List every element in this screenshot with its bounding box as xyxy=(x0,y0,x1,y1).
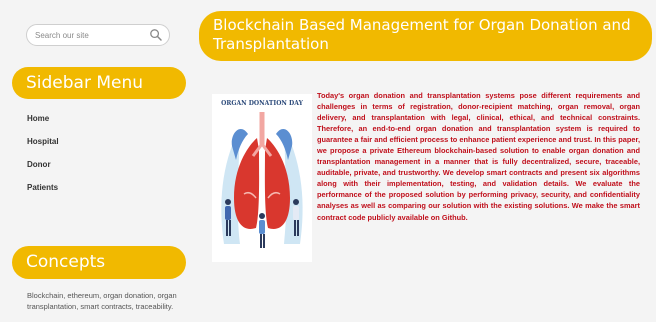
search-box[interactable] xyxy=(26,24,170,46)
sidebar: Sidebar Menu Home Hospital Donor Patient… xyxy=(0,0,195,322)
main-content: Blockchain Based Management for Organ Do… xyxy=(199,0,656,322)
sidebar-item-home[interactable]: Home xyxy=(27,114,59,137)
sidebar-item-donor[interactable]: Donor xyxy=(27,160,59,183)
search-input[interactable] xyxy=(35,28,147,42)
concepts-keywords: Blockchain, ethereum, organ donation, or… xyxy=(27,291,177,311)
sidebar-nav: Home Hospital Donor Patients xyxy=(27,114,59,206)
organ-donation-illustration: ORGAN DONATION DAY xyxy=(212,94,312,262)
lungs-illustration: ORGAN DONATION DAY xyxy=(221,100,304,248)
figure-caption: ORGAN DONATION DAY xyxy=(221,100,303,107)
page-title: Blockchain Based Management for Organ Do… xyxy=(199,11,652,61)
sidebar-item-hospital[interactable]: Hospital xyxy=(27,137,59,160)
abstract-text: Today's organ donation and transplantati… xyxy=(317,91,640,222)
search-icon[interactable] xyxy=(149,28,163,42)
sidebar-menu-header: Sidebar Menu xyxy=(12,67,186,99)
concepts-header: Concepts xyxy=(12,246,186,279)
sidebar-item-patients[interactable]: Patients xyxy=(27,183,59,206)
